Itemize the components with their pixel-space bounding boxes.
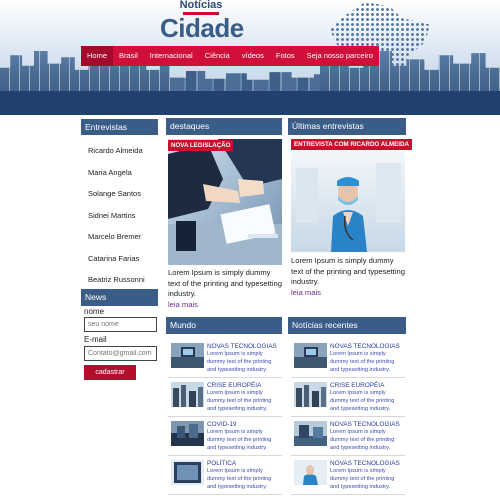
destaques-tag: NOVA LEGISLAÇÃO bbox=[168, 140, 234, 151]
entrevistas-read-more[interactable]: leia mais bbox=[291, 288, 321, 297]
nav-fotos[interactable]: Fotos bbox=[270, 46, 301, 66]
interview-item[interactable]: Maria Angela bbox=[88, 162, 158, 184]
mundo-item-desc: Lorem Ipsum is simply dummy text of the … bbox=[207, 351, 272, 373]
destaques-photo[interactable] bbox=[168, 139, 282, 265]
interview-list: Ricardo Almeida Maria Angela Solange San… bbox=[88, 140, 158, 291]
recentes-item-title: NOVAS TECNOLOGIAS bbox=[330, 460, 400, 467]
email-input[interactable] bbox=[84, 346, 157, 361]
business-handshake-image bbox=[168, 139, 282, 265]
crisis-thumbnail bbox=[294, 382, 327, 407]
recentes-list: NOVAS TECNOLOGIAS Lorem Ipsum is simply … bbox=[291, 339, 405, 495]
nav-ciencia[interactable]: Ciência bbox=[199, 46, 236, 66]
politics-thumbnail bbox=[171, 460, 204, 485]
mundo-item-desc: Lorem Ipsum is simply dummy text of the … bbox=[207, 468, 272, 490]
site-logo[interactable]: Cidade bbox=[160, 13, 244, 43]
interview-item[interactable]: Beatriz Russonni bbox=[88, 269, 158, 291]
name-label: nome bbox=[84, 307, 105, 316]
mundo-item-desc: Lorem Ipsum is simply dummy text of the … bbox=[207, 429, 272, 451]
entrevistas-text: Lorem Ipsum is simply dummy text of the … bbox=[291, 256, 405, 298]
mundo-item[interactable]: POLÍTICA Lorem Ipsum is simply dummy tex… bbox=[168, 456, 282, 495]
nav-brasil[interactable]: Brasil bbox=[113, 46, 144, 66]
recentes-item[interactable]: NOVAS TECNOLOGIAS Lorem Ipsum is simply … bbox=[291, 417, 405, 456]
entrevistas-body: Lorem Ipsum is simply dummy text of the … bbox=[291, 256, 405, 286]
logo-subtitle: Notícias bbox=[179, 0, 223, 11]
recentes-item[interactable]: NOVAS TECNOLOGIAS Lorem Ipsum is simply … bbox=[291, 339, 405, 378]
covid-thumbnail bbox=[171, 421, 204, 446]
recentes-item-desc: Lorem Ipsum is simply dummy text of the … bbox=[330, 390, 395, 412]
mundo-item[interactable]: COVID-19 Lorem Ipsum is simply dummy tex… bbox=[168, 417, 282, 456]
subscribe-button[interactable]: cadastrar bbox=[84, 365, 136, 380]
name-input[interactable] bbox=[84, 317, 157, 332]
destaques-read-more[interactable]: leia mais bbox=[168, 300, 198, 309]
destaques-title: destaques bbox=[166, 118, 282, 135]
mundo-title: Mundo bbox=[166, 317, 282, 334]
recentes-item[interactable]: NOVAS TECNOLOGIAS Lorem Ipsum is simply … bbox=[291, 456, 405, 495]
news-title: News bbox=[81, 289, 158, 306]
interview-item[interactable]: Solange Santos bbox=[88, 183, 158, 205]
interview-item[interactable]: Sidnei Martins bbox=[88, 205, 158, 227]
interview-item[interactable]: Catarina Farias bbox=[88, 248, 158, 270]
recentes-item-title: CRISE EUROPÉIA bbox=[330, 382, 385, 389]
entrevistas-title: Últimas entrevistas bbox=[288, 118, 406, 135]
crisis-thumbnail bbox=[171, 382, 204, 407]
entrevistas-photo[interactable] bbox=[291, 148, 405, 252]
doctor-image bbox=[291, 148, 405, 252]
interview-item[interactable]: Marcelo Bremer bbox=[88, 226, 158, 248]
destaques-body: Lorem Ipsum is simply dummy text of the … bbox=[168, 268, 282, 298]
site-header: Notícias Cidade Home Brasil Internaciona… bbox=[0, 0, 500, 115]
mundo-item-title: POLÍTICA bbox=[207, 460, 237, 467]
technology-thumbnail bbox=[171, 343, 204, 368]
mundo-item-desc: Lorem Ipsum is simply dummy text of the … bbox=[207, 390, 272, 412]
recentes-item-title: NOVAS TECNOLOGIAS bbox=[330, 343, 400, 350]
entrevistas-tag: ENTREVISTA COM RICARDO ALMEIDA bbox=[291, 139, 412, 150]
recentes-title: Notícias recentes bbox=[288, 317, 406, 334]
mundo-item-title: CRISE EUROPÉIA bbox=[207, 382, 262, 389]
technology-thumbnail bbox=[294, 343, 327, 368]
email-label: E-mail bbox=[84, 335, 107, 344]
nav-home[interactable]: Home bbox=[81, 46, 114, 66]
mundo-item-title: COVID-19 bbox=[207, 421, 237, 428]
recentes-item-desc: Lorem Ipsum is simply dummy text of the … bbox=[330, 429, 395, 451]
nav-internacional[interactable]: Internacional bbox=[144, 46, 199, 66]
office-thumbnail bbox=[294, 421, 327, 446]
recentes-item-desc: Lorem Ipsum is simply dummy text of the … bbox=[330, 351, 395, 373]
mundo-item-title: NOVAS TECNOLOGIAS bbox=[207, 343, 277, 350]
interview-item[interactable]: Ricardo Almeida bbox=[88, 140, 158, 162]
header-ground-band bbox=[0, 91, 500, 115]
mundo-item[interactable]: NOVAS TECNOLOGIAS Lorem Ipsum is simply … bbox=[168, 339, 282, 378]
doctor-thumbnail bbox=[294, 460, 327, 485]
mundo-item[interactable]: CRISE EUROPÉIA Lorem Ipsum is simply dum… bbox=[168, 378, 282, 417]
main-nav: Home Brasil Internacional Ciência vídeos… bbox=[81, 46, 379, 66]
nav-videos[interactable]: vídeos bbox=[236, 46, 270, 66]
city-skyline-center bbox=[170, 71, 330, 93]
recentes-item-desc: Lorem Ipsum is simply dummy text of the … bbox=[330, 468, 395, 490]
destaques-text: Lorem Ipsum is simply dummy text of the … bbox=[168, 268, 282, 310]
sidebar-title: Entrevistas bbox=[81, 119, 158, 135]
recentes-item[interactable]: CRISE EUROPÉIA Lorem Ipsum is simply dum… bbox=[291, 378, 405, 417]
mundo-list: NOVAS TECNOLOGIAS Lorem Ipsum is simply … bbox=[168, 339, 282, 495]
recentes-item-title: NOVAS TECNOLOGIAS bbox=[330, 421, 400, 428]
nav-parceiro[interactable]: Seja nosso parceiro bbox=[301, 46, 379, 66]
